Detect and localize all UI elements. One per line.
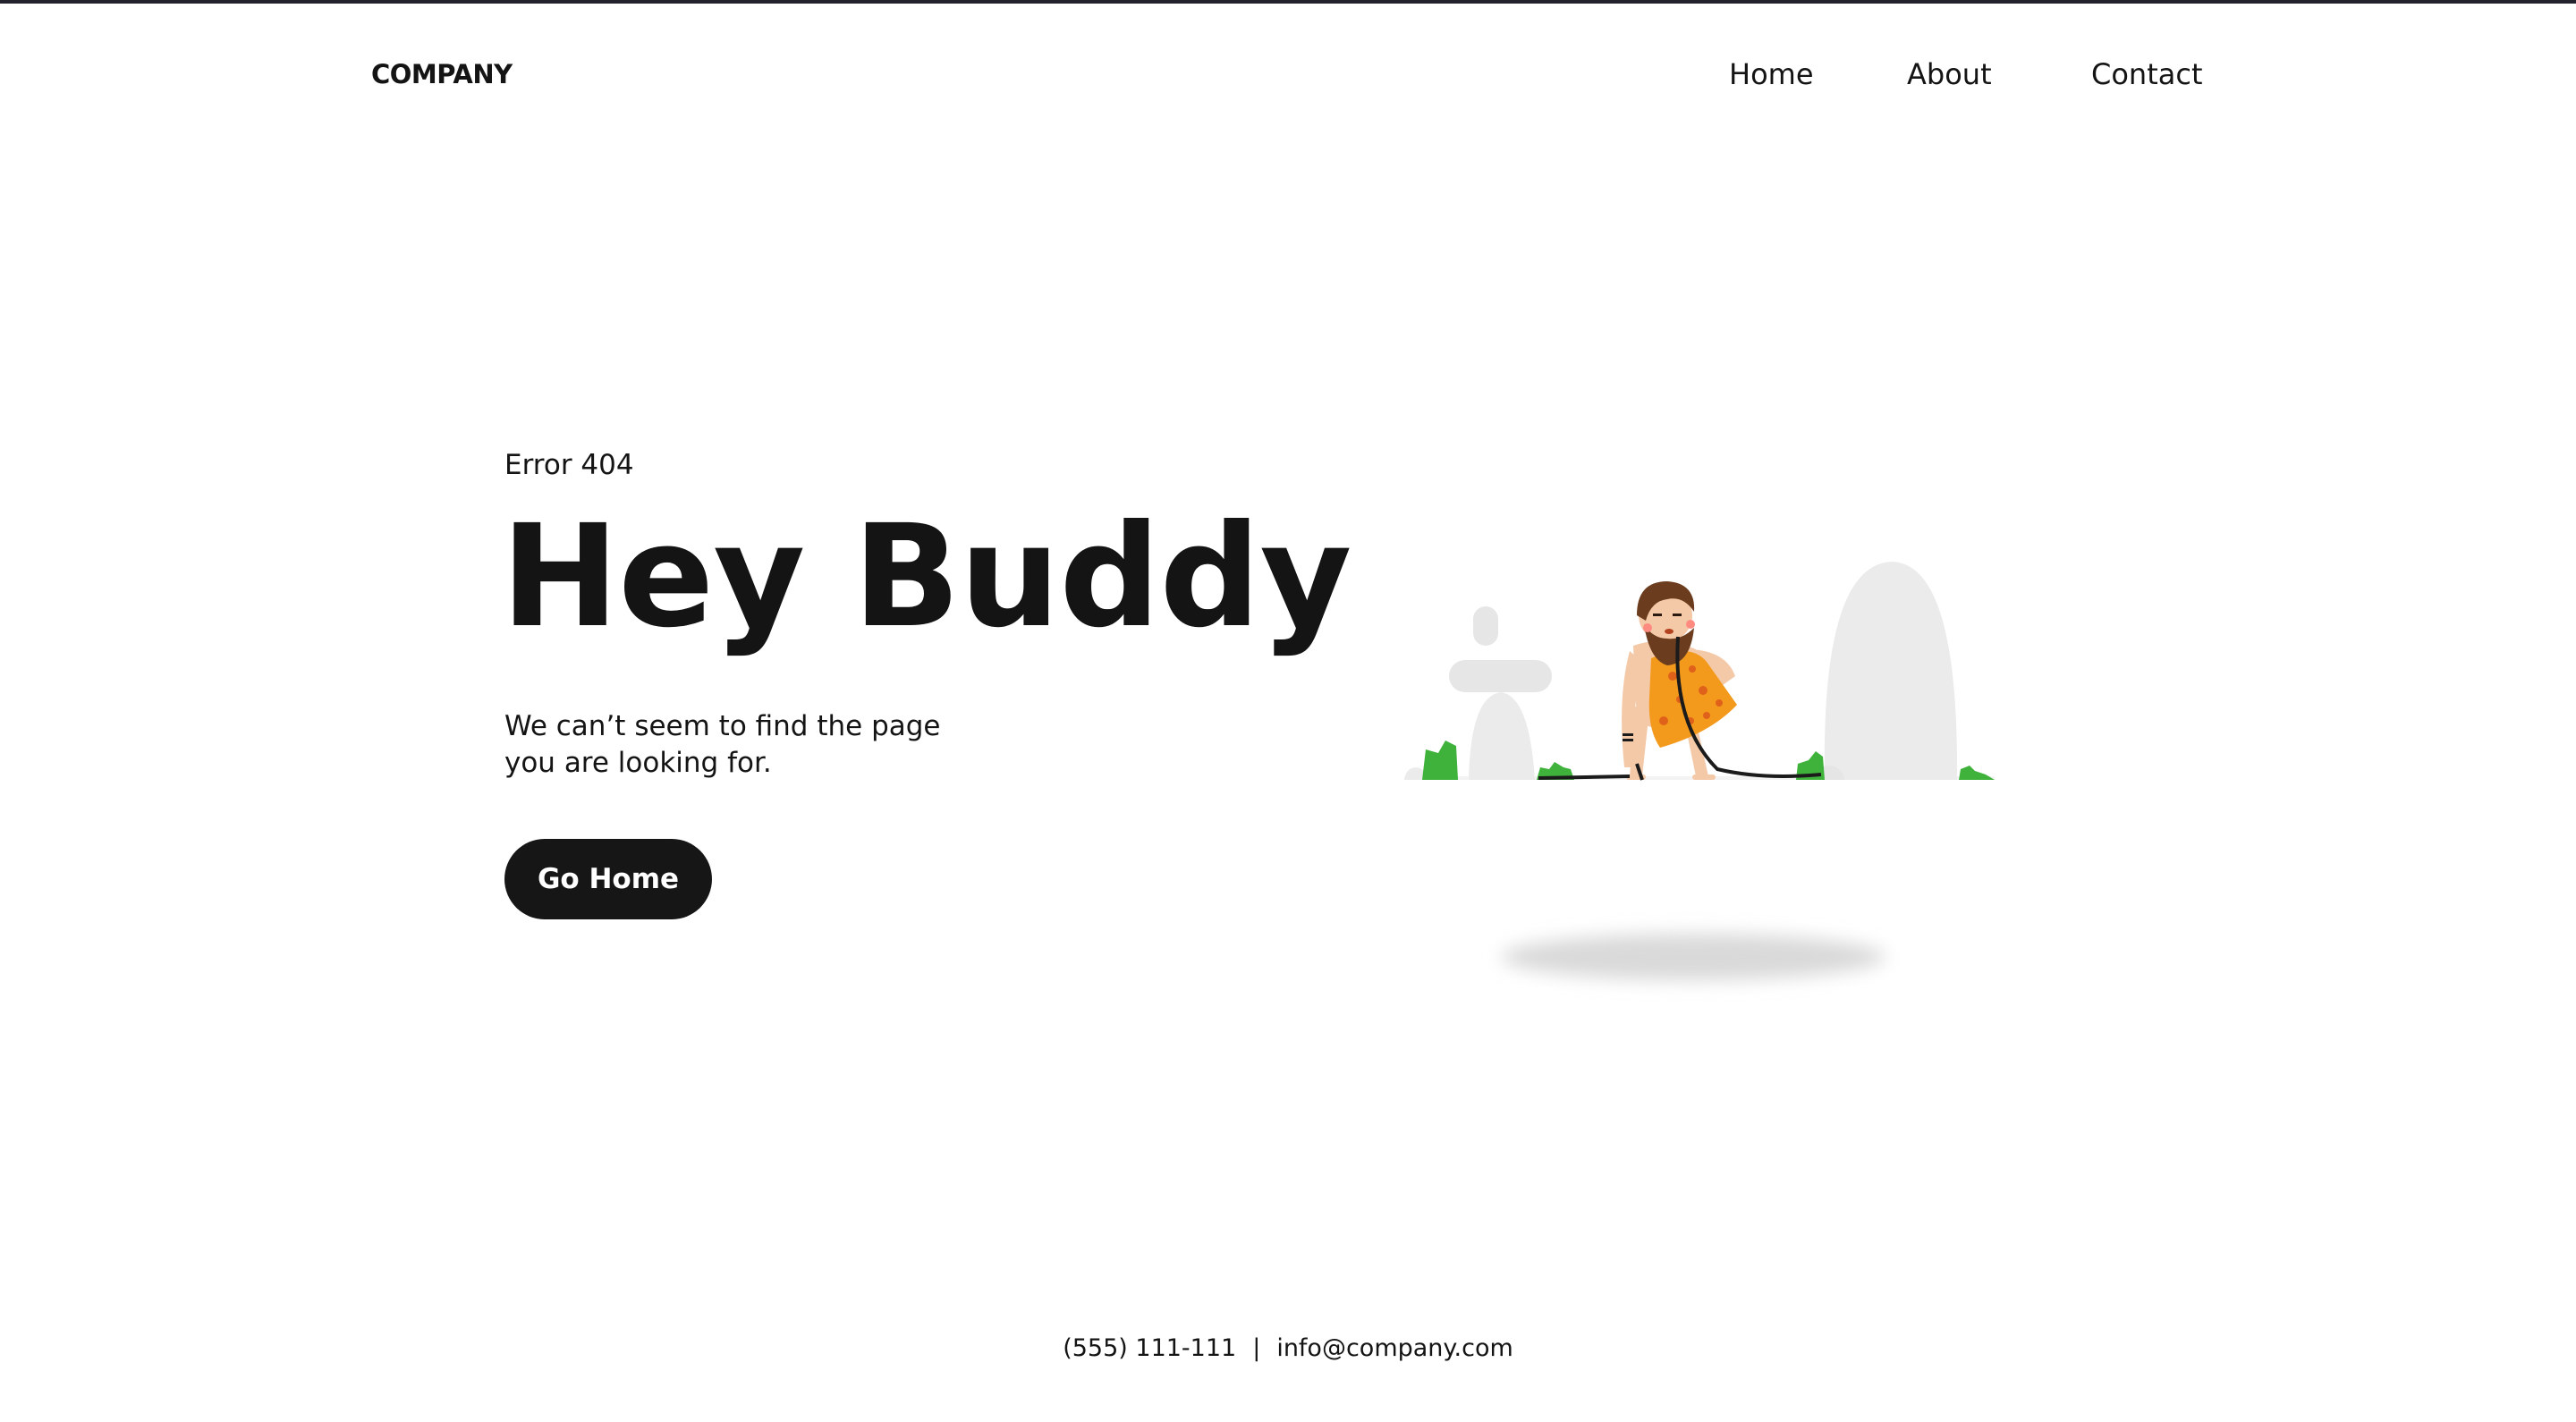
error-message-line-2: you are looking for. [504,747,772,779]
page-title: Hey Buddy [501,495,1352,659]
footer-separator: | [1252,1334,1261,1362]
nav-home-link[interactable]: Home [1729,57,1814,91]
error-message: We can’t seem to find the page you are l… [504,708,1005,782]
main-nav: Home About Contact [0,57,2576,93]
footer-phone[interactable]: (555) 111-111 [1063,1334,1236,1362]
ground-shadow [1501,934,1885,980]
error-code-label: Error 404 [504,449,634,481]
error-message-line-1: We can’t seem to find the page [504,710,941,742]
go-home-button[interactable]: Go Home [504,839,712,919]
nav-contact-link[interactable]: Contact [2091,57,2203,91]
footer-email[interactable]: info@company.com [1276,1334,1513,1362]
site-footer: (555) 111-111 | info@company.com [0,1334,2576,1362]
nav-about-link[interactable]: About [1907,57,1992,91]
top-border [0,0,2576,4]
tall-rock [1824,562,1958,780]
caveman-illustration [1395,546,2021,1002]
